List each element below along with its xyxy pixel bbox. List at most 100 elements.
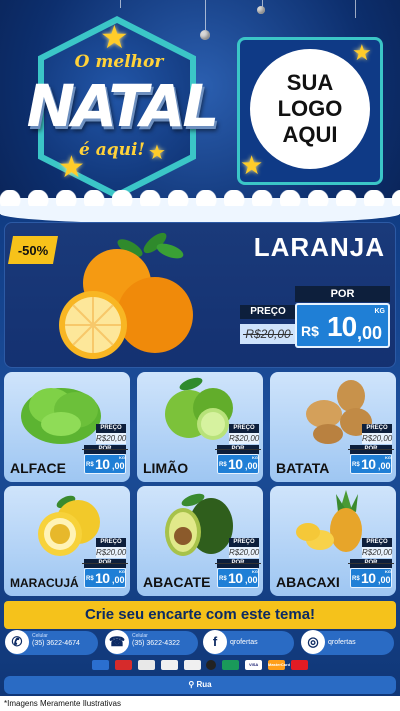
preco-label: PREÇO <box>96 424 126 433</box>
whatsapp-icon: ✆ <box>5 630 29 654</box>
new-price: R$ 10 ,00 KG <box>84 568 126 588</box>
price-box: PREÇO R$20,00 POR R$ 10 ,00 KG <box>350 424 392 474</box>
featured-old-price-value: R$20,00 <box>243 324 294 344</box>
price-decimal: ,00 <box>112 575 125 585</box>
price-integer: 10 <box>95 570 110 586</box>
product-card-limao: LIMÃO PREÇO R$20,00 POR R$ 10 ,00 KG <box>137 372 263 482</box>
preco-label: PREÇO <box>362 538 392 547</box>
star-icon: ★ <box>240 150 264 180</box>
star-icon: ★ <box>148 142 166 164</box>
preco-label: PREÇO <box>96 538 126 547</box>
card-icon <box>206 660 217 670</box>
price-integer: 10 <box>327 311 357 342</box>
preco-label: PREÇO <box>229 424 259 433</box>
price-decimal: ,00 <box>112 461 125 471</box>
price-box: PREÇO R$20,00 POR R$ 10 ,00 KG <box>350 538 392 588</box>
contact-label: Celular <box>132 633 148 639</box>
currency-symbol: R$ <box>301 323 319 339</box>
price-unit: KG <box>119 455 125 460</box>
price-unit: KG <box>385 569 391 574</box>
old-price: R$20,00 <box>229 547 259 558</box>
product-name: MARACUJÁ <box>10 576 79 590</box>
old-price-value: R$20,00 <box>96 434 127 443</box>
product-name: ABACAXI <box>276 574 340 590</box>
logo-placeholder: SUA LOGO AQUI <box>250 49 370 169</box>
price-decimal: ,00 <box>378 461 391 471</box>
currency-symbol: R$ <box>86 462 94 468</box>
card-icon <box>92 660 109 670</box>
price-decimal: ,00 <box>357 323 383 343</box>
product-name: LIMÃO <box>143 460 189 476</box>
preco-label: PREÇO <box>229 538 259 547</box>
contact-value: qrofertas <box>230 639 258 646</box>
new-price: R$ 10 ,00 KG <box>350 454 392 474</box>
discount-badge: -50% <box>8 236 58 264</box>
product-card-batata: BATATA PREÇO R$20,00 POR R$ 10 ,00 KG <box>270 372 396 482</box>
facebook-icon: f <box>203 630 227 654</box>
featured-por-label: POR <box>295 286 390 302</box>
product-name: ABACATE <box>143 574 211 590</box>
old-price-value: R$20,00 <box>229 434 260 443</box>
new-price: R$ 10 ,00 KG <box>217 454 259 474</box>
currency-symbol: R$ <box>86 576 94 582</box>
star-icon: ★ <box>100 19 129 55</box>
logo-line-3: AQUI <box>282 122 338 147</box>
featured-new-price: R$ 10 ,00 KG <box>295 303 390 348</box>
facebook-contact[interactable]: f qrofertas <box>203 630 294 655</box>
address-text: Rua <box>196 680 212 689</box>
price-unit: KG <box>119 569 125 574</box>
flyer-page: O melhor NATAL é aqui! ★ ★ ★ SUA LOGO AQ… <box>0 0 400 711</box>
contact-value: (35) 3622-4674 <box>32 640 80 647</box>
new-price: R$ 10 ,00 KG <box>84 454 126 474</box>
visa-icon: VISA <box>245 660 263 670</box>
old-price-value: R$20,00 <box>362 548 393 557</box>
new-price: R$ 10 ,00 KG <box>350 568 392 588</box>
card-icon <box>183 660 201 670</box>
instagram-contact[interactable]: ◎ qrofertas <box>301 630 394 655</box>
logo-line-2: LOGO <box>277 96 343 121</box>
featured-preco-label: PREÇO <box>240 305 296 319</box>
payment-methods: VISA MasterCard <box>92 658 308 672</box>
old-price: R$20,00 <box>362 547 392 558</box>
price-box: PREÇO R$20,00 POR R$ 10 ,00 KG <box>84 538 126 588</box>
product-name: BATATA <box>276 460 330 476</box>
card-icon <box>137 660 155 670</box>
card-icon <box>160 660 178 670</box>
price-box: PREÇO R$20,00 POR R$ 10 ,00 KG <box>217 538 259 588</box>
old-price-value: R$20,00 <box>229 548 260 557</box>
currency-symbol: R$ <box>219 462 227 468</box>
price-integer: 10 <box>361 456 376 472</box>
phone-contact[interactable]: ☎ Celular (35) 3622-4322 <box>105 630 198 655</box>
price-decimal: ,00 <box>245 575 258 585</box>
orange-image <box>59 232 193 359</box>
cta-banner[interactable]: Crie seu encarte com este tema! <box>4 601 396 629</box>
star-icon: ★ <box>58 151 85 184</box>
contact-value: (35) 3622-4322 <box>132 640 180 647</box>
price-unit: KG <box>252 569 258 574</box>
title-main-text: NATAL <box>26 72 220 140</box>
logo-line-1: SUA <box>286 70 334 95</box>
old-price: R$20,00 <box>96 547 126 558</box>
featured-old-price: R$20,00 <box>240 324 296 344</box>
preco-label: PREÇO <box>362 424 392 433</box>
contact-value: qrofertas <box>328 639 356 646</box>
contact-row: ✆ Celular (35) 3622-4674 ☎ Celular (35) … <box>0 630 400 657</box>
phone-icon: ☎ <box>105 630 129 654</box>
header-banner: O melhor NATAL é aqui! ★ ★ ★ SUA LOGO AQ… <box>0 0 400 215</box>
price-decimal: ,00 <box>245 461 258 471</box>
address-bar[interactable]: ⚲ Rua <box>4 676 396 694</box>
mastercard-icon: MasterCard <box>268 660 290 670</box>
card-icon <box>290 660 308 670</box>
product-name: ALFACE <box>10 460 66 476</box>
ornament-icon <box>257 6 265 14</box>
old-price: R$20,00 <box>229 433 259 444</box>
product-card-abacate: ABACATE PREÇO R$20,00 POR R$ 10 ,00 KG <box>137 486 263 596</box>
old-price: R$20,00 <box>96 433 126 444</box>
whatsapp-contact[interactable]: ✆ Celular (35) 3622-4674 <box>5 630 98 655</box>
contact-label: Celular <box>32 633 48 639</box>
price-box: PREÇO R$20,00 POR R$ 10 ,00 KG <box>84 424 126 474</box>
product-card-alface: ALFACE PREÇO R$20,00 POR R$ 10 ,00 KG <box>4 372 130 482</box>
currency-symbol: R$ <box>352 576 360 582</box>
old-price: R$20,00 <box>362 433 392 444</box>
price-box: PREÇO R$20,00 POR R$ 10 ,00 KG <box>217 424 259 474</box>
